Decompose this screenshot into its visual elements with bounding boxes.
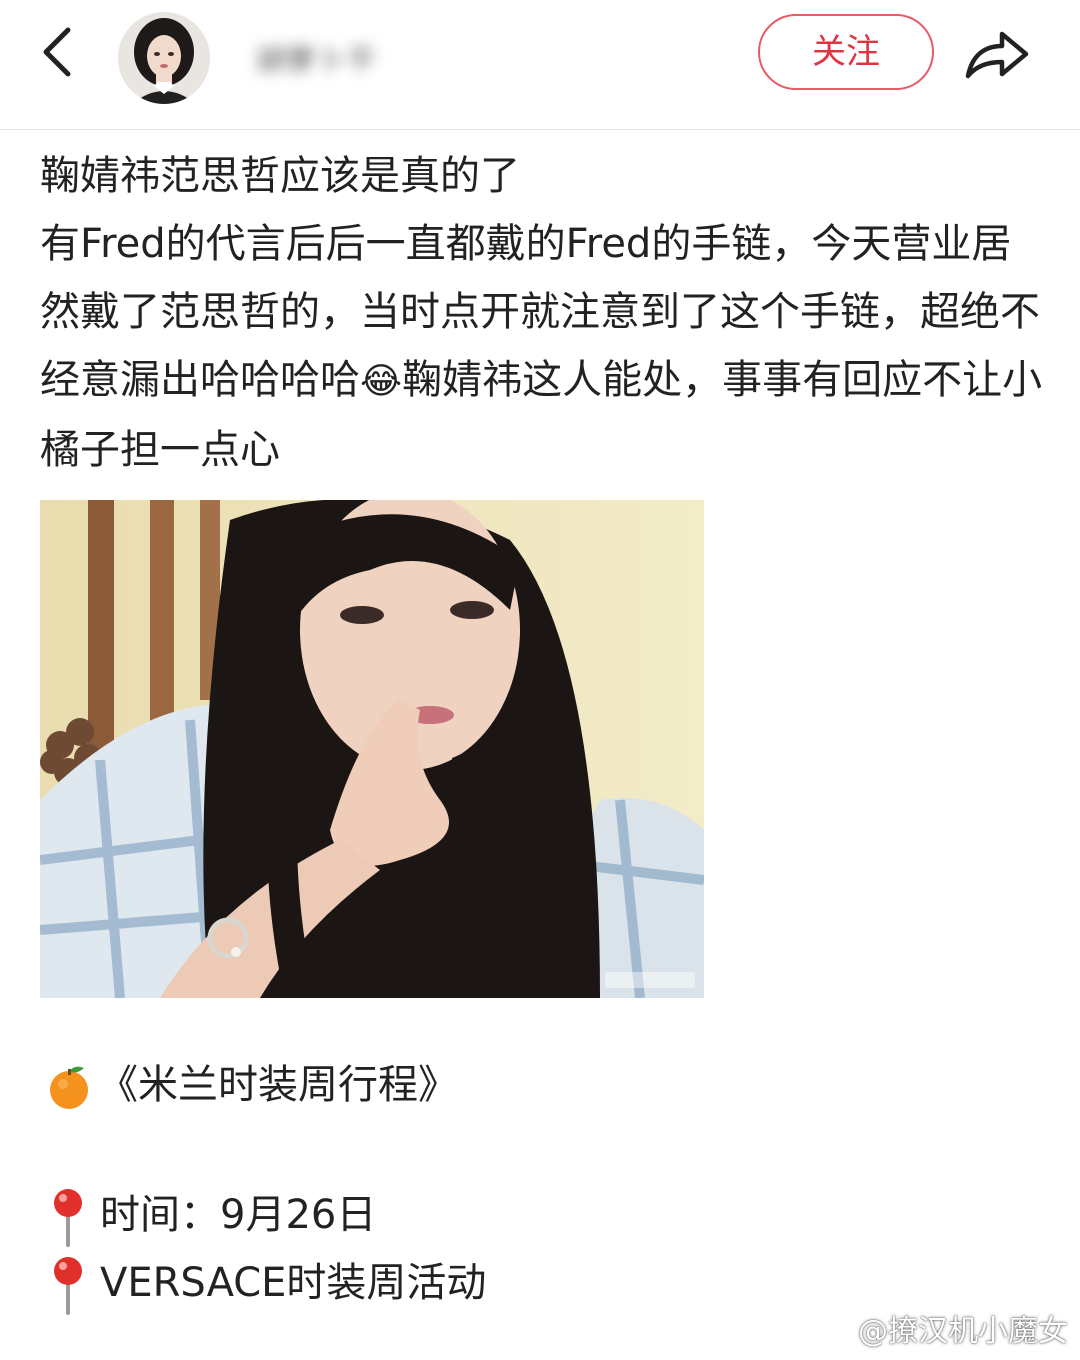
itinerary-event: VERSACE时装周活动 (44, 1248, 486, 1318)
follow-button[interactable]: 关注 (758, 14, 934, 90)
post-body: 鞠婧祎范思哲应该是真的了 有Fred的代言后后一直都戴的Fred的手链，今天营业… (40, 142, 1050, 484)
tangerine-icon (50, 1066, 88, 1109)
pushpin-icon (54, 1189, 82, 1247)
chevron-left-icon (43, 27, 71, 77)
back-button[interactable] (30, 22, 90, 82)
post-line: 有Fred的代言后后一直都戴的Fred的手链，今天营业居然戴了范思哲的，当时点开… (40, 221, 1043, 473)
share-button[interactable] (962, 22, 1032, 84)
itinerary-title: 《米兰时装周行程》 (44, 1050, 458, 1120)
share-arrow-icon (965, 31, 1029, 79)
weibo-watermark: @撩汉机小魔女 (818, 1306, 1068, 1350)
avatar[interactable] (118, 12, 210, 104)
top-nav-bar: 胡萝卜干 关注 (0, 0, 1080, 130)
username[interactable]: 胡萝卜干 (256, 36, 446, 72)
laughing-crying-emoji-icon: 😂 (360, 361, 403, 402)
itinerary-time: 时间：9月26日 (44, 1180, 376, 1250)
post-photo[interactable] (40, 500, 704, 998)
selfie-image (40, 500, 704, 998)
weibo-logo-icon (819, 1322, 856, 1347)
pushpin-icon (54, 1257, 82, 1315)
post-line: 鞠婧祎范思哲应该是真的了 (40, 153, 520, 199)
